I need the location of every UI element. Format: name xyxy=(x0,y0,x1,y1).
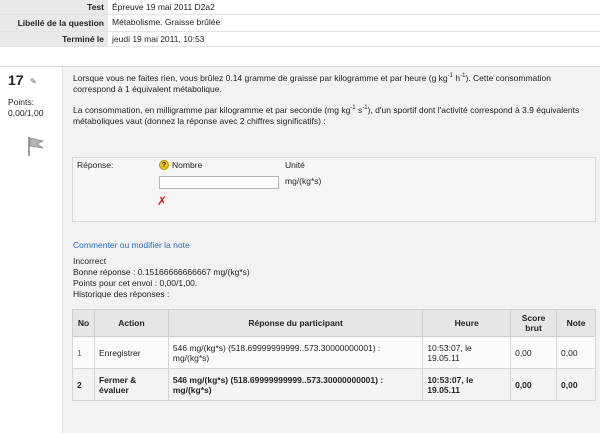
history-no: 2 xyxy=(72,368,95,401)
summary-value: Métabolisme. Graisse brûlée xyxy=(108,14,600,32)
summary-row-finished: Terminé le jeudi 19 mai 2011, 10:53 xyxy=(0,31,600,47)
history-time: 10:53:07, le 19.05.11 xyxy=(422,368,512,401)
history-score: 0,00 xyxy=(510,336,558,369)
history-time: 10:53:07, le 19.05.11 xyxy=(422,336,512,369)
history-action: Enregistrer xyxy=(93,336,169,369)
summary-value: jeudi 19 mai 2011, 10:53 xyxy=(108,31,600,47)
history-title: Historique des réponses : xyxy=(73,289,170,299)
history-header-grade: Note xyxy=(556,309,596,337)
summary-label: Libellé de la question xyxy=(0,14,108,32)
answer-number-input[interactable] xyxy=(159,176,279,189)
summary-label: Test xyxy=(0,0,108,15)
history-grade: 0,00 xyxy=(556,336,596,369)
incorrect-cross-icon: ✗ xyxy=(157,194,168,208)
points-label: Points: xyxy=(8,97,34,107)
feedback: Incorrect Bonne réponse : 0.151666666666… xyxy=(73,256,250,300)
history-grade: 0,00 xyxy=(556,368,596,401)
summary-row-test: Test Épreuve 19 mai 2011 D2a2 xyxy=(0,0,600,15)
history-header-score: Score brut xyxy=(510,309,558,337)
history-score: 0,00 xyxy=(510,368,558,401)
question-paragraph-2: La consommation, en milligramme par kilo… xyxy=(73,105,580,126)
summary-table: Test Épreuve 19 mai 2011 D2a2 Libellé de… xyxy=(0,0,600,47)
history-no-link[interactable]: 1 xyxy=(72,336,95,369)
summary-label: Terminé le xyxy=(0,31,108,47)
history-response: 546 mg/(kg*s) (518.69999999999..573.3000… xyxy=(167,368,424,401)
history-row: 2 Fermer & évaluer 546 mg/(kg*s) (518.69… xyxy=(72,368,596,401)
edit-question-icon[interactable]: ✎ xyxy=(30,77,37,86)
flag-icon[interactable] xyxy=(26,135,46,157)
feedback-status: Incorrect xyxy=(73,256,107,266)
history-header-response: Réponse du participant xyxy=(167,309,424,337)
help-icon[interactable]: ? xyxy=(159,160,169,170)
question-text: Lorsque vous ne faites rien, vous brûlez… xyxy=(73,73,593,137)
unit-value: mg/(kg*s) xyxy=(285,176,322,186)
history-header-row: No Action Réponse du participant Heure S… xyxy=(72,309,596,337)
points-awarded: Points pour cet envoi : 0,00/1,00. xyxy=(73,278,198,288)
question-number: 17 xyxy=(8,72,24,88)
correct-answer: Bonne réponse : 0.15166666666667 mg/(kg*… xyxy=(73,267,250,277)
summary-value: Épreuve 19 mai 2011 D2a2 xyxy=(108,0,600,15)
number-label: Nombre xyxy=(172,160,203,170)
unit-label: Unité xyxy=(285,160,305,170)
history-header-no: No xyxy=(72,309,95,337)
comment-link[interactable]: Commenter ou modifier la note xyxy=(73,240,190,250)
question-content: Lorsque vous ne faites rien, vous brûlez… xyxy=(62,67,600,433)
history-row: 1 Enregistrer 546 mg/(kg*s) (518.6999999… xyxy=(72,336,596,369)
question-paragraph-1: Lorsque vous ne faites rien, vous brûlez… xyxy=(73,73,551,94)
points-value: 0,00/1,00 xyxy=(8,108,44,118)
summary-row-question-label: Libellé de la question Métabolisme. Grai… xyxy=(0,14,600,32)
question-block: 17 ✎ Points: 0,00/1,00 Lorsque vous ne f… xyxy=(0,66,600,433)
history-header-action: Action xyxy=(93,309,169,337)
answer-label: Réponse: xyxy=(77,160,114,170)
history-header-time: Heure xyxy=(422,309,512,337)
history-table: No Action Réponse du participant Heure S… xyxy=(72,309,596,401)
question-info: 17 ✎ Points: 0,00/1,00 xyxy=(0,67,62,433)
history-action: Fermer & évaluer xyxy=(93,368,169,401)
answer-box: Réponse: ? Nombre Unité mg/(kg*s) ✗ xyxy=(72,157,596,222)
history-response: 546 mg/(kg*s) (518.69999999999..573.3000… xyxy=(167,336,424,369)
